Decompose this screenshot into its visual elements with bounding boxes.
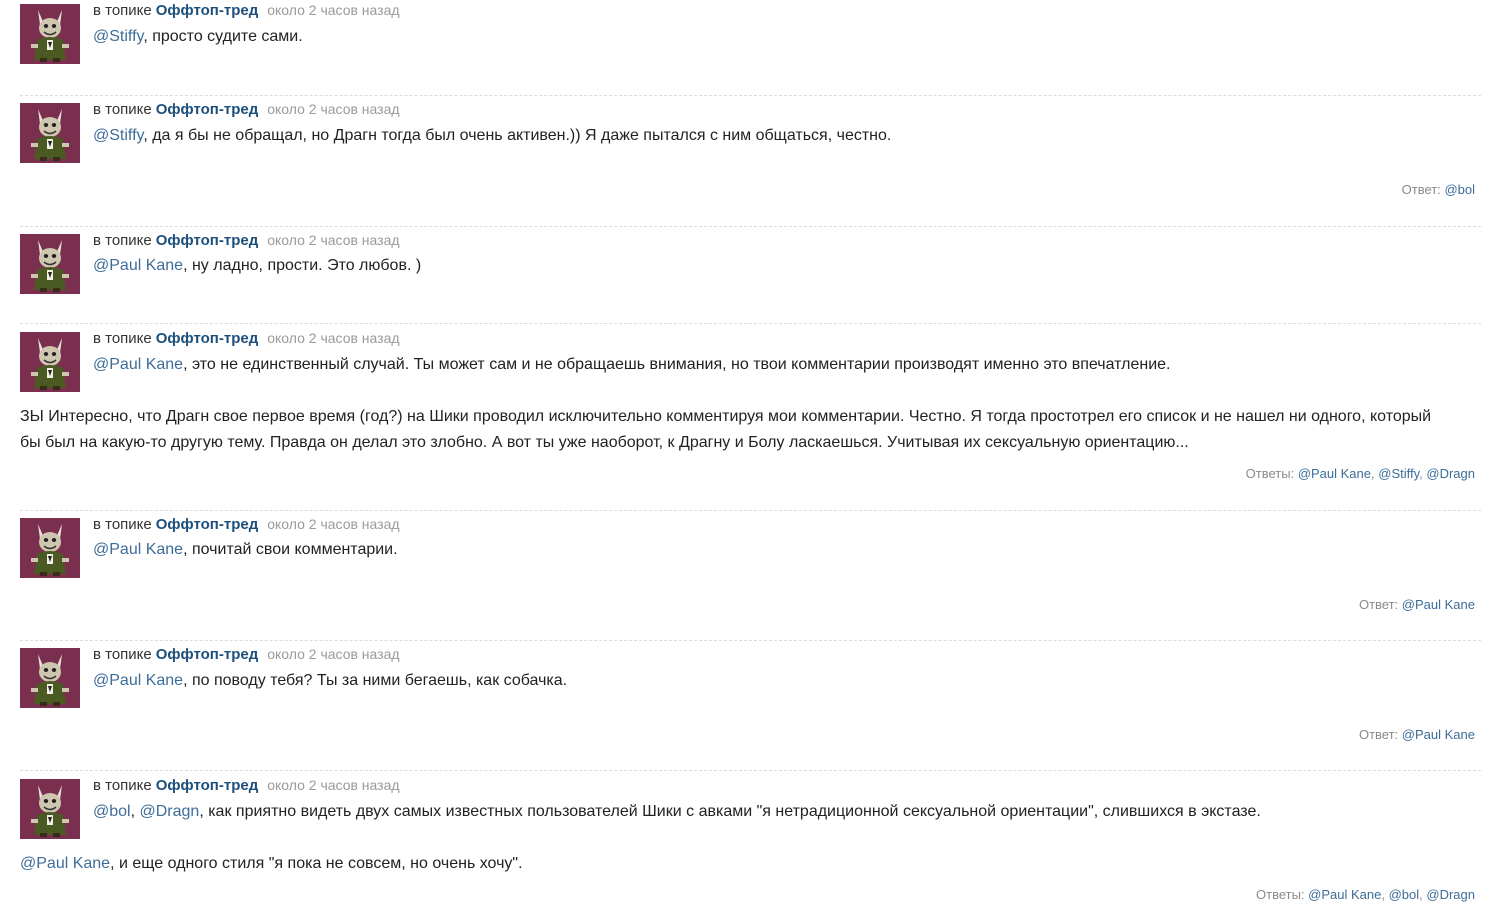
comment-divider xyxy=(20,226,1481,227)
user-avatar[interactable] xyxy=(20,518,80,578)
goblin-avatar-icon xyxy=(20,234,80,294)
replies-line: Ответ: @bol xyxy=(1402,182,1475,198)
comment-body-text: , это не единственный случай. Ты может с… xyxy=(183,356,1171,373)
comment-meta: в топике Оффтоп-тред около 2 часов назад xyxy=(93,99,400,120)
comment-text: @Paul Kane, и еще одного стиля "я пока н… xyxy=(20,851,523,877)
topic-prefix: в топике xyxy=(93,232,152,249)
topic-link[interactable]: Оффтоп-тред xyxy=(156,232,258,249)
comment-meta: в топике Оффтоп-тред около 2 часов назад xyxy=(93,328,400,349)
comment-body-text: , просто судите сами. xyxy=(143,28,303,45)
goblin-avatar-icon xyxy=(20,103,80,163)
reply-user-link[interactable]: @Stiffy xyxy=(1378,466,1419,481)
comment-text: бы был на какую-то другую тему. Правда о… xyxy=(20,430,1189,456)
comment-meta: в топике Оффтоп-тред около 2 часов назад xyxy=(93,775,400,796)
replies-label: Ответ: xyxy=(1401,182,1441,197)
reply-user-link[interactable]: @Dragn xyxy=(1426,887,1475,902)
comment-time: около 2 часов назад xyxy=(267,2,400,18)
replies-line: Ответ: @Paul Kane xyxy=(1359,727,1475,743)
comment-body-text: , по поводу тебя? Ты за ними бегаешь, ка… xyxy=(183,672,568,689)
comment-time: около 2 часов назад xyxy=(267,101,400,117)
comment-divider xyxy=(20,510,1481,511)
comment-time: около 2 часов назад xyxy=(267,777,400,793)
reply-user-link[interactable]: @Paul Kane xyxy=(1402,597,1475,612)
comment-text: @Paul Kane, по поводу тебя? Ты за ними б… xyxy=(93,668,567,694)
topic-prefix: в топике xyxy=(93,516,152,533)
comment-body-text: , почитай свои комментарии. xyxy=(183,541,398,558)
comment-time: около 2 часов назад xyxy=(267,232,400,248)
topic-link[interactable]: Оффтоп-тред xyxy=(156,646,258,663)
user-mention-link[interactable]: @Paul Kane xyxy=(93,257,183,274)
reply-user-link[interactable]: @Paul Kane xyxy=(1402,727,1475,742)
reply-user-link[interactable]: @Paul Kane xyxy=(1298,466,1371,481)
user-mention-link[interactable]: @Paul Kane xyxy=(93,541,183,558)
topic-prefix: в топике xyxy=(93,777,152,794)
comment-text: @Paul Kane, почитай свои комментарии. xyxy=(93,537,398,563)
user-avatar[interactable] xyxy=(20,648,80,708)
user-avatar[interactable] xyxy=(20,4,80,64)
comment-text: @Paul Kane, ну ладно, прости. Это любов.… xyxy=(93,253,421,279)
comment-meta: в топике Оффтоп-тред около 2 часов назад xyxy=(93,644,400,665)
comment-text: ЗЫ Интересно, что Драгн свое первое врем… xyxy=(20,404,1431,430)
replies-line: Ответ: @Paul Kane xyxy=(1359,597,1475,613)
user-mention-link[interactable]: @Paul Kane xyxy=(93,672,183,689)
topic-prefix: в топике xyxy=(93,330,152,347)
user-avatar[interactable] xyxy=(20,234,80,294)
comment-divider xyxy=(20,640,1481,641)
reply-user-link[interactable]: @bol xyxy=(1444,182,1475,197)
replies-line: Ответы: @Paul Kane, @bol, @Dragn xyxy=(1256,887,1475,902)
replies-label: Ответы: xyxy=(1245,466,1295,481)
comment-body-text: , как приятно видеть двух самых известны… xyxy=(199,803,1261,820)
user-mention-link[interactable]: @Stiffy xyxy=(93,28,143,45)
comment-meta: в топике Оффтоп-тред около 2 часов назад xyxy=(93,230,400,251)
comment-text: @Paul Kane, это не единственный случай. … xyxy=(93,352,1171,378)
topic-prefix: в топике xyxy=(93,2,152,19)
user-mention-link[interactable]: @Paul Kane xyxy=(93,356,183,373)
replies-label: Ответ: xyxy=(1358,597,1399,612)
user-mention-link[interactable]: @bol xyxy=(93,803,131,820)
comment-meta: в топике Оффтоп-тред около 2 часов назад xyxy=(93,514,400,535)
comment-time: около 2 часов назад xyxy=(267,516,400,532)
comment-divider xyxy=(20,323,1481,324)
comment-time: около 2 часов назад xyxy=(267,646,400,662)
topic-link[interactable]: Оффтоп-тред xyxy=(156,2,258,19)
topic-link[interactable]: Оффтоп-тред xyxy=(156,101,258,118)
goblin-avatar-icon xyxy=(20,648,80,708)
comment-divider xyxy=(20,95,1481,96)
comment-body-text: бы был на какую-то другую тему. Правда о… xyxy=(20,434,1189,451)
topic-prefix: в топике xyxy=(93,101,152,118)
comment-text: @bol, @Dragn, как приятно видеть двух са… xyxy=(93,803,1261,820)
comment-body-text: , да я бы не обращал, но Драгн тогда был… xyxy=(143,127,892,144)
comment-divider xyxy=(20,770,1481,771)
comment-text: @Stiffy, да я бы не обращал, но Драгн то… xyxy=(93,123,891,149)
topic-link[interactable]: Оффтоп-тред xyxy=(156,777,258,794)
user-avatar[interactable] xyxy=(20,103,80,163)
goblin-avatar-icon xyxy=(20,518,80,578)
user-avatar[interactable] xyxy=(20,332,80,392)
user-mention-link[interactable]: @Stiffy xyxy=(93,127,143,144)
replies-label: Ответ: xyxy=(1358,727,1399,742)
goblin-avatar-icon xyxy=(20,332,80,392)
comment-text: @Stiffy, просто судите сами. xyxy=(93,24,303,50)
comment-body-text: , ну ладно, прости. Это любов. ) xyxy=(183,257,422,274)
replies-line: Ответы: @Paul Kane, @Stiffy, @Dragn xyxy=(1245,466,1475,481)
comment-body-text: ЗЫ Интересно, что Драгн свое первое врем… xyxy=(20,408,1432,425)
user-mention-link[interactable]: @Dragn xyxy=(139,803,199,820)
reply-user-link[interactable]: @bol xyxy=(1389,887,1420,902)
comment-time: около 2 часов назад xyxy=(267,330,400,346)
reply-user-link[interactable]: @Paul Kane xyxy=(1308,887,1381,902)
topic-link[interactable]: Оффтоп-тред xyxy=(156,516,258,533)
reply-user-link[interactable]: @Dragn xyxy=(1426,466,1475,481)
topic-prefix: в топике xyxy=(93,646,152,663)
goblin-avatar-icon xyxy=(20,4,80,64)
goblin-avatar-icon xyxy=(20,779,80,839)
topic-link[interactable]: Оффтоп-тред xyxy=(156,330,258,347)
user-avatar[interactable] xyxy=(20,779,80,839)
replies-label: Ответы: xyxy=(1256,887,1305,902)
comment-body-text: , и еще одного стиля "я пока не совсем, … xyxy=(110,855,523,872)
user-mention-link[interactable]: @Paul Kane xyxy=(20,855,110,872)
comment-meta: в топике Оффтоп-тред около 2 часов назад xyxy=(93,0,400,21)
